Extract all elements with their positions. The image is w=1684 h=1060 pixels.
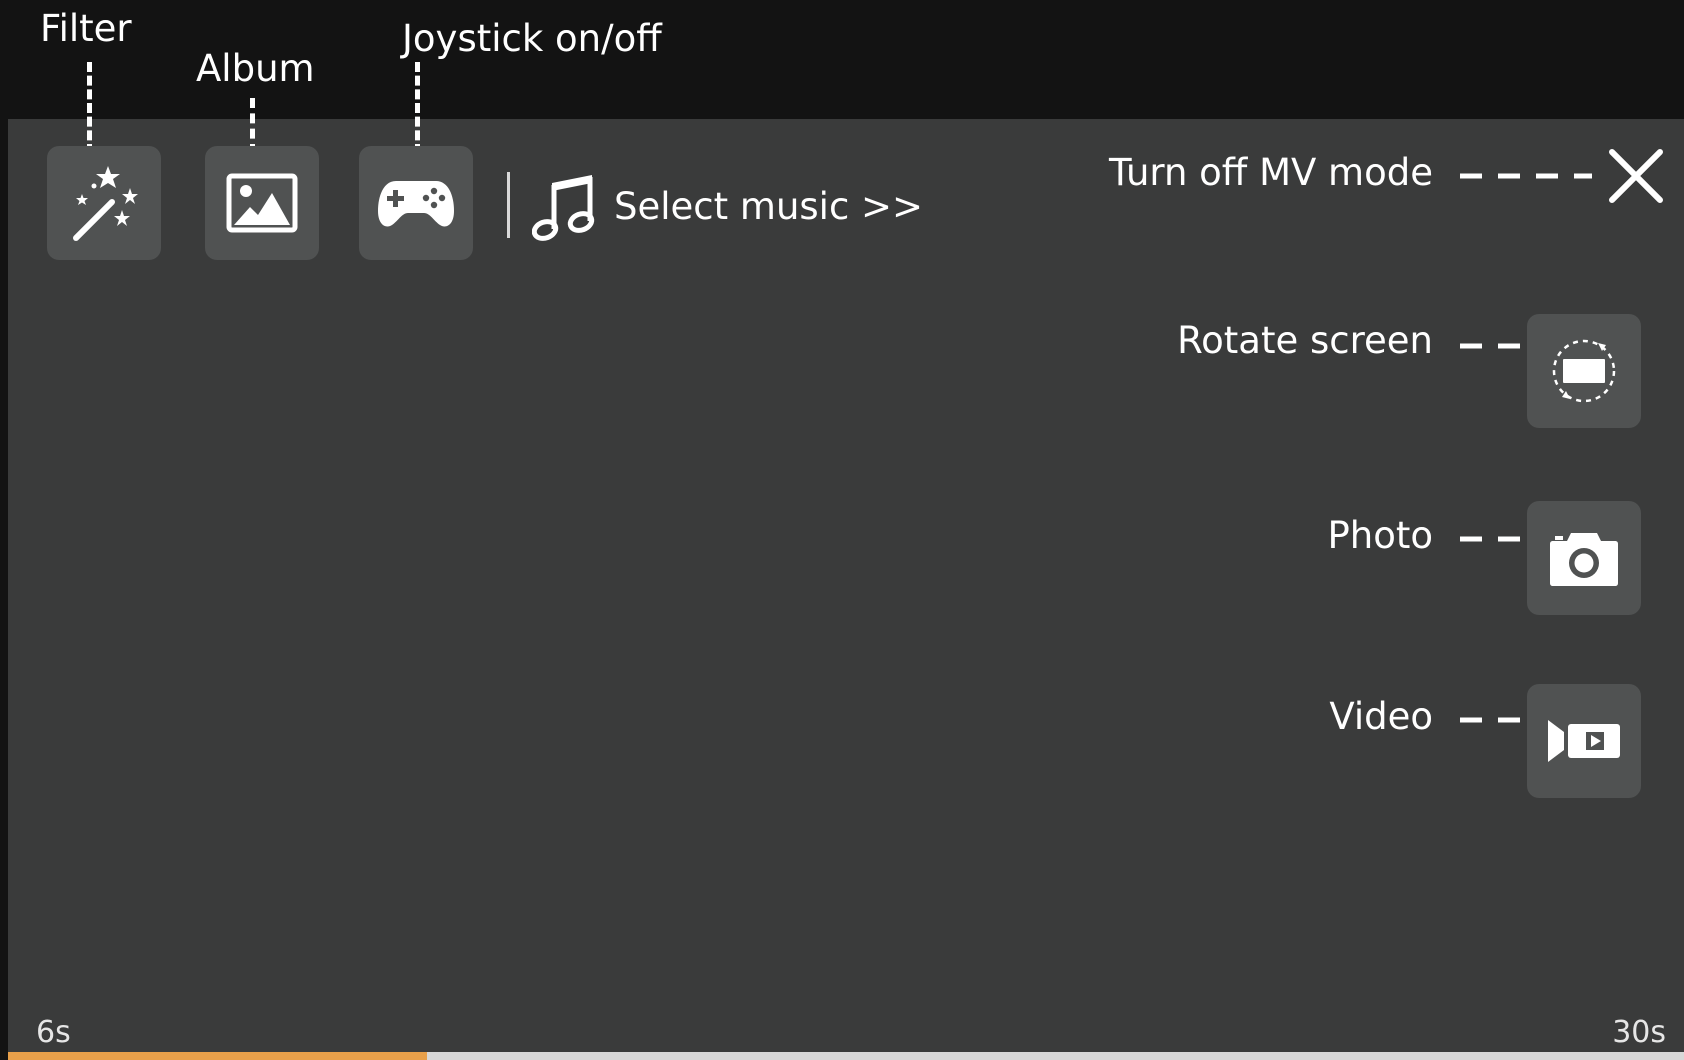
select-music-button[interactable]: Select music >> [532, 170, 923, 242]
close-icon [1609, 149, 1663, 203]
album-button[interactable] [205, 146, 319, 260]
album-annotation: Album [196, 47, 315, 90]
turn-off-mv-annotation: Turn off MV mode [1108, 151, 1433, 194]
rotate-screen-annotation: Rotate screen [1177, 319, 1433, 362]
rotate-screen-icon [1552, 339, 1616, 403]
timeline-min-label: 6s [36, 1015, 71, 1050]
video-button[interactable] [1527, 684, 1641, 798]
timeline-max-label: 30s [1612, 1015, 1666, 1050]
select-music-label: Select music >> [614, 184, 924, 228]
toolbar-divider [507, 172, 510, 238]
app-root: Filter Album Joystick on/off Select musi… [0, 0, 1684, 1060]
rotate-screen-button[interactable] [1527, 314, 1641, 428]
camera-preview-panel [8, 119, 1684, 1060]
music-note-icon [532, 175, 595, 241]
photo-button[interactable] [1527, 501, 1641, 615]
video-camera-icon [1548, 720, 1620, 762]
image-icon [226, 173, 298, 233]
close-mv-button[interactable] [1606, 146, 1666, 206]
video-annotation: Video [1329, 695, 1433, 738]
magic-wand-icon [73, 166, 138, 241]
filter-button[interactable] [47, 146, 161, 260]
recording-progress-bar [8, 1052, 1684, 1060]
filter-annotation: Filter [40, 7, 132, 50]
camera-icon [1550, 533, 1618, 586]
filter-callout-line [87, 62, 92, 154]
joystick-button[interactable] [359, 146, 473, 260]
recording-progress-fill [8, 1052, 427, 1060]
joystick-callout-line [415, 62, 420, 154]
joystick-annotation: Joystick on/off [402, 17, 662, 60]
photo-annotation: Photo [1327, 514, 1433, 557]
gamepad-icon [378, 181, 454, 227]
